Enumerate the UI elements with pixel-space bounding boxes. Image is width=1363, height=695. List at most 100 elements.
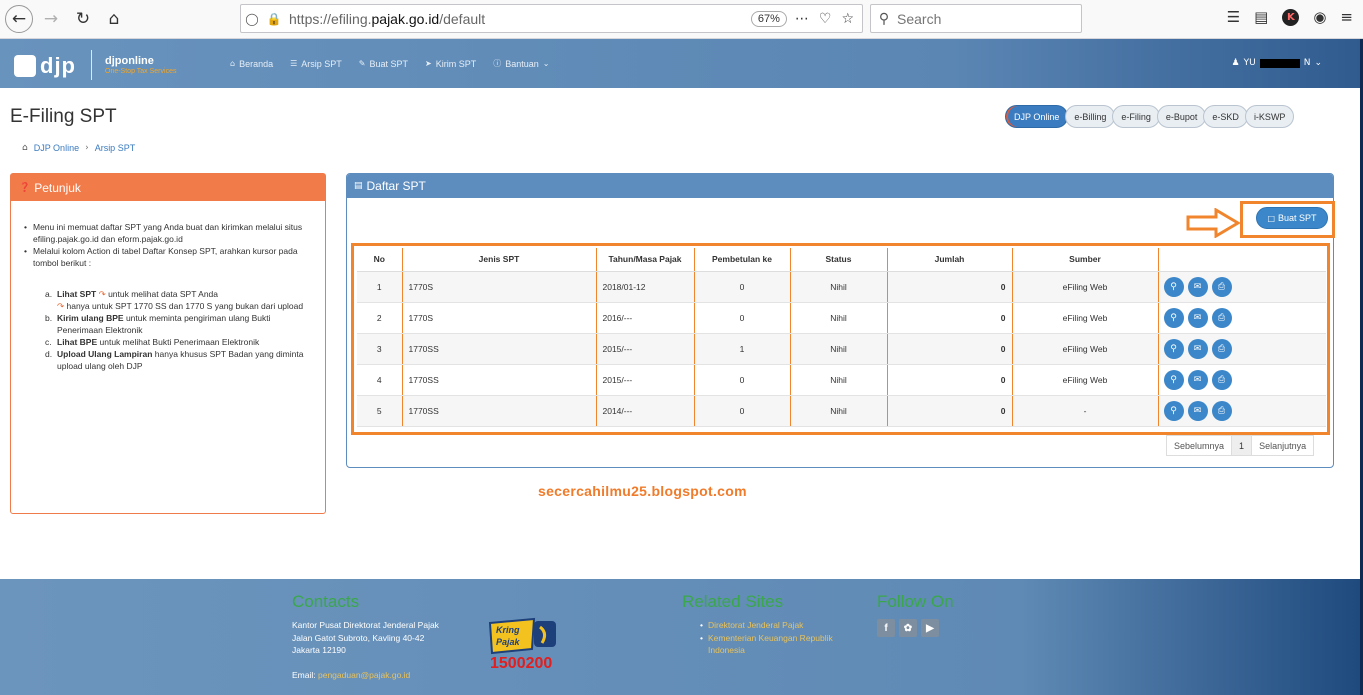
cell-jenis: 1770SS — [402, 364, 597, 396]
pill-i-kswp[interactable]: i-KSWP — [1244, 105, 1295, 128]
spt-table: No Jenis SPT Tahun/Masa Pajak Pembetulan… — [357, 248, 1326, 427]
logo-divider — [91, 50, 92, 80]
cell-no: 5 — [357, 395, 403, 427]
facebook-icon[interactable]: f — [877, 619, 895, 637]
sidebar-icon[interactable]: ▤ — [1254, 8, 1268, 26]
app-switcher: DJP Online e-Billing e-Filing e-Bupot e-… — [1005, 105, 1295, 128]
cell-sumber: - — [1012, 395, 1159, 427]
petunjuk-body: Menu ini memuat daftar SPT yang Anda bua… — [11, 201, 325, 372]
brand-name: djponline — [105, 55, 154, 67]
buat-spt-button[interactable]: □ Buat SPT — [1256, 207, 1328, 229]
view-spt-icon[interactable]: ⚲ — [1163, 276, 1184, 297]
cell-pembetulan: 0 — [694, 364, 791, 396]
pager-previous[interactable]: Sebelumnya — [1167, 436, 1233, 455]
cell-status: Nihil — [790, 364, 888, 396]
column-header: No — [357, 248, 403, 272]
cell-jenis: 1770S — [402, 302, 597, 334]
related-sites-title: Related Sites — [682, 592, 784, 611]
email-link[interactable]: pengaduan@pajak.go.id — [318, 670, 410, 680]
pager-next[interactable]: Selanjutnya — [1252, 436, 1313, 455]
edit-icon: ✎ — [358, 59, 366, 68]
cell-actions: ⚲ ✉ ⎙ — [1158, 364, 1326, 396]
youtube-icon[interactable]: ▶ — [921, 619, 939, 637]
nav-beranda[interactable]: ⌂ Beranda — [230, 58, 273, 69]
forward-button[interactable]: → — [37, 5, 65, 33]
highlight-arrow-icon — [1186, 208, 1240, 238]
petunjuk-bullet: Melalui kolom Action di tabel Daftar Kon… — [23, 245, 315, 269]
related-site-link[interactable]: Direktorat Jenderal Pajak — [700, 619, 850, 632]
view-spt-icon[interactable]: ⚲ — [1163, 400, 1184, 421]
view-spt-icon[interactable]: ⚲ — [1163, 307, 1184, 328]
reload-button[interactable]: ↻ — [69, 5, 97, 33]
pill-e-filing[interactable]: e-Filing — [1112, 105, 1160, 128]
pill-djp-online[interactable]: DJP Online — [1005, 105, 1069, 128]
print-icon[interactable]: ⎙ — [1211, 400, 1232, 421]
cell-sumber: eFiling Web — [1012, 302, 1159, 334]
nav-bantuan[interactable]: ⓘ Bantuan ⌄ — [493, 58, 549, 69]
breadcrumb: ⌂ DJP Online › Arsip SPT — [22, 143, 135, 153]
pill-e-skd[interactable]: e-SKD — [1203, 105, 1248, 128]
question-icon: ❓ — [19, 182, 31, 193]
chevron-down-icon: ⌄ — [542, 59, 550, 68]
djp-logo[interactable]: djp — [14, 53, 76, 79]
cell-jenis: 1770SS — [402, 395, 597, 427]
cell-no: 4 — [357, 364, 403, 396]
cell-pembetulan: 1 — [694, 333, 791, 365]
breadcrumb-separator: › — [85, 143, 89, 153]
breadcrumb-arsip-spt[interactable]: Arsip SPT — [95, 143, 136, 153]
follow-on-title: Follow On — [877, 592, 954, 611]
column-header: Sumber — [1012, 248, 1159, 272]
svg-text:Pajak: Pajak — [496, 637, 521, 647]
nav-buat-spt[interactable]: ✎ Buat SPT — [359, 58, 408, 69]
print-icon[interactable]: ⎙ — [1211, 369, 1232, 390]
resend-bpe-icon[interactable]: ✉ — [1187, 400, 1208, 421]
resend-bpe-icon[interactable]: ✉ — [1187, 276, 1208, 297]
cell-status: Nihil — [790, 395, 888, 427]
shield-icon[interactable]: ◯ — [241, 12, 263, 26]
cell-pembetulan: 0 — [694, 302, 791, 334]
resend-bpe-icon[interactable]: ✉ — [1187, 369, 1208, 390]
library-icon[interactable]: ☰ — [1227, 8, 1240, 26]
url-text[interactable]: https://efiling.pajak.go.id/default — [289, 11, 751, 27]
home-button[interactable]: ⌂ — [100, 5, 128, 33]
brand: djponline One-Stop Tax Services — [105, 55, 176, 75]
view-spt-icon[interactable]: ⚲ — [1163, 338, 1184, 359]
pill-e-billing[interactable]: e-Billing — [1065, 105, 1116, 128]
arrow-icon: ↷ — [98, 289, 106, 299]
cell-status: Nihil — [790, 333, 888, 365]
cell-sumber: eFiling Web — [1012, 364, 1159, 396]
redacted-name — [1259, 58, 1300, 68]
pill-e-bupot[interactable]: e-Bupot — [1156, 105, 1207, 128]
page-actions-icon[interactable]: ⋯ — [795, 11, 809, 27]
bookmark-star-icon[interactable]: ☆ — [841, 11, 854, 27]
account-icon[interactable]: ◉ — [1313, 8, 1326, 26]
search-bar[interactable]: ⚲ — [870, 4, 1082, 33]
menu-icon[interactable]: ≡ — [1340, 8, 1353, 26]
back-button[interactable]: ← — [5, 5, 33, 33]
breadcrumb-djp-online[interactable]: DJP Online — [34, 143, 79, 153]
address-bar[interactable]: ◯ 🔒 https://efiling.pajak.go.id/default … — [240, 4, 863, 33]
twitter-icon[interactable]: ✿ — [899, 619, 917, 637]
contact-address: Kantor Pusat Direktorat Jenderal Pajak J… — [292, 620, 439, 655]
resend-bpe-icon[interactable]: ✉ — [1187, 307, 1208, 328]
print-icon[interactable]: ⎙ — [1211, 276, 1232, 297]
nav-kirim-spt[interactable]: ➤ Kirim SPT — [425, 58, 476, 69]
cell-tahun: 2015/--- — [596, 333, 695, 365]
cell-status: Nihil — [790, 302, 888, 334]
nav-arsip-spt[interactable]: ☰ Arsip SPT — [290, 58, 342, 69]
table-row: 2 1770S 2016/--- 0 Nihil 0 eFiling Web ⚲… — [357, 302, 1326, 334]
cell-tahun: 2014/--- — [596, 395, 695, 427]
resend-bpe-icon[interactable]: ✉ — [1187, 338, 1208, 359]
petunjuk-panel: ❓ Petunjuk Menu ini memuat daftar SPT ya… — [10, 173, 326, 514]
zoom-indicator[interactable]: 67% — [750, 10, 787, 27]
search-input[interactable] — [897, 10, 1067, 27]
pocket-icon[interactable]: ♡ — [819, 11, 832, 27]
related-site-link[interactable]: Kementerian Keuangan Republik Indonesia — [700, 632, 850, 657]
user-menu[interactable]: ♟ YU N ⌄ — [1232, 58, 1322, 68]
print-icon[interactable]: ⎙ — [1211, 338, 1232, 359]
view-spt-icon[interactable]: ⚲ — [1163, 369, 1184, 390]
print-icon[interactable]: ⎙ — [1211, 307, 1232, 328]
lock-icon[interactable]: 🔒 — [263, 12, 285, 26]
pager-current-page[interactable]: 1 — [1232, 436, 1253, 455]
extension-icon[interactable]: K — [1282, 8, 1300, 26]
